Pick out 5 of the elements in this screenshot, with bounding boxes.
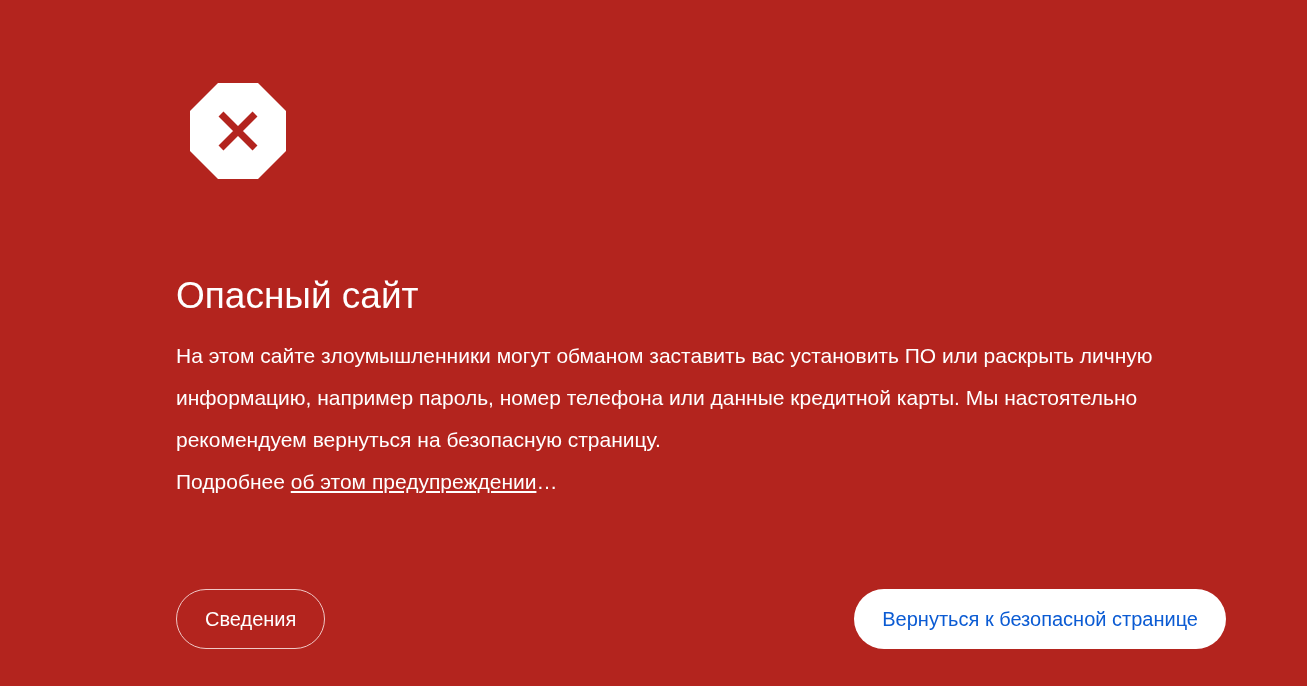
warning-link[interactable]: об этом предупреждении (290, 470, 537, 493)
page-title: Опасный сайт (176, 274, 419, 318)
back-button[interactable]: Вернуться к безопасной странице (854, 589, 1226, 649)
warning-message: На этом сайте злоумышленники могут обманом заставить вас установить ПО или раскрыть личную информацию, например пароль, номер телефона или данные кредитной карты. Мы настоятельно рекомендуем вернуться на безопасную страницу. Подробнее об этом предупреждении… (176, 343, 1154, 495)
error-icon (190, 83, 286, 179)
